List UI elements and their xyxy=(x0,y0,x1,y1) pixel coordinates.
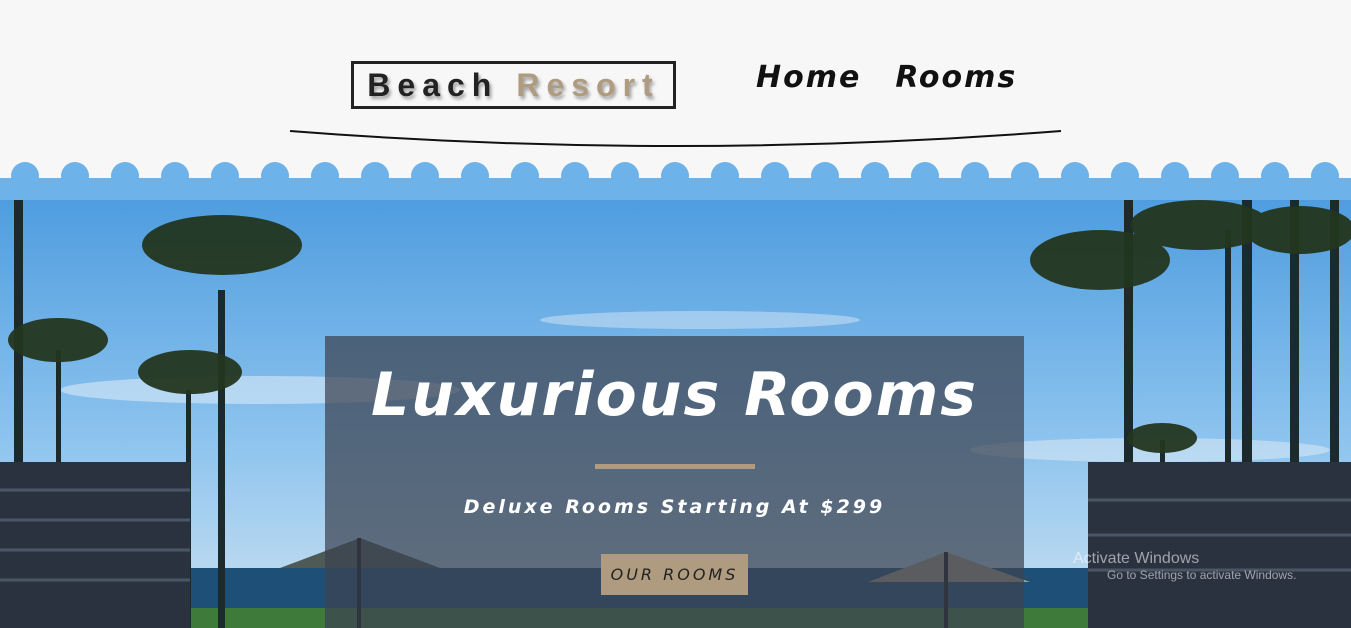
nav-link-home[interactable]: Home xyxy=(756,60,861,95)
wave-divider xyxy=(0,162,1351,200)
activate-windows-watermark: Activate Windows Go to Settings to activ… xyxy=(1073,550,1296,582)
watermark-line-2: Go to Settings to activate Windows. xyxy=(1107,568,1297,582)
site-logo[interactable]: Beach Resort xyxy=(351,61,676,109)
watermark-line-1: Activate Windows xyxy=(1073,550,1200,567)
our-rooms-button[interactable]: our rooms xyxy=(601,554,748,595)
header-underline xyxy=(289,130,1062,147)
logo-word-resort: Resort xyxy=(516,66,660,103)
nav-link-rooms[interactable]: Rooms xyxy=(895,60,1017,95)
title-divider xyxy=(595,464,755,469)
hero-subtitle: Deluxe Rooms Starting At $299 xyxy=(463,496,886,518)
hero-banner: Luxurious Rooms Deluxe Rooms Starting At… xyxy=(325,336,1024,628)
main-nav: Home Rooms xyxy=(756,60,1017,95)
site-header: Beach Resort Home Rooms xyxy=(0,0,1351,160)
hero-title: Luxurious Rooms xyxy=(371,360,978,430)
logo-word-beach: Beach xyxy=(367,66,499,103)
